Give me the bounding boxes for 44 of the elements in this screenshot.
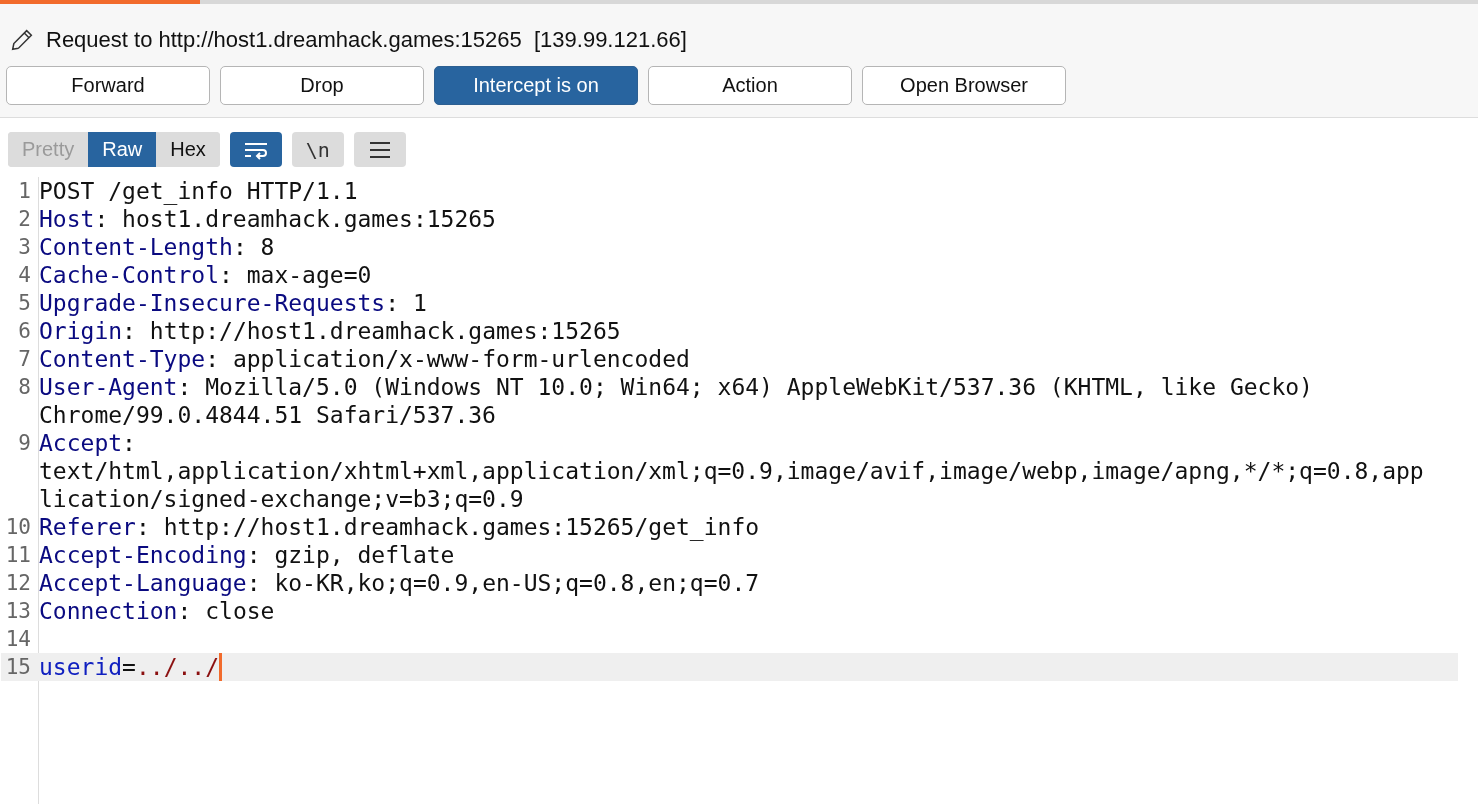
line-number: 10	[4, 514, 32, 541]
header-line: Connection: close	[39, 597, 275, 625]
line-number: 4	[17, 262, 32, 289]
header-value: lication/signed-exchange;v=b3;q=0.9	[39, 485, 525, 513]
header-line: Origin: http://host1.dreamhack.games:15265	[39, 317, 621, 345]
line-number: 3	[17, 234, 32, 261]
text-caret	[219, 653, 223, 681]
line-number: 6	[17, 318, 32, 345]
line-number: 11	[4, 542, 32, 569]
line-number: 5	[17, 290, 32, 317]
menu-icon	[368, 140, 391, 159]
line-number: 2	[17, 206, 32, 233]
body-param: userid=../../	[39, 653, 223, 681]
header-value: text/html,application/xhtml+xml,application/xml;q=0.9,image/avif,image/webp,image/apng,*/*;q=0.8,app	[39, 457, 1424, 485]
header-line: Accept-Language: ko-KR,ko;q=0.9,en-US;q=0.8,en;q=0.7	[39, 569, 760, 597]
header-line: Content-Type: application/x-www-form-urlencoded	[39, 345, 690, 373]
view-tab[interactable]: Raw	[88, 132, 157, 167]
menu-button[interactable]	[353, 132, 406, 167]
header-line: Upgrade-Insecure-Requests: 1	[39, 289, 427, 317]
header-line: Host: host1.dreamhack.games:15265	[39, 205, 496, 233]
line-number: 12	[4, 570, 32, 597]
code-line: POST /get_info HTTP/1.1	[39, 177, 358, 205]
header-line: Cache-Control: max-age=0	[39, 261, 372, 289]
header-line: Referer: http://host1.dreamhack.games:15265/get_info	[39, 513, 760, 541]
header-value: Chrome/99.0.4844.51 Safari/537.36	[39, 401, 497, 429]
toolbar-button[interactable]: Open Browser	[862, 66, 1066, 105]
line-number: 8	[17, 374, 32, 401]
line-number: 1	[17, 178, 32, 205]
line-number: 13	[4, 598, 32, 625]
line-number: 14	[4, 626, 32, 653]
header-line: Content-Length: 8	[39, 233, 275, 261]
wrap-button[interactable]	[229, 132, 282, 167]
toolbar-button[interactable]: Intercept is on	[434, 66, 638, 105]
newline-button[interactable]: \n	[291, 132, 344, 167]
header-line: Accept-Encoding: gzip, deflate	[39, 541, 455, 569]
toolbar-button[interactable]: Action	[648, 66, 852, 105]
line-number: 15	[4, 654, 32, 681]
toolbar-button[interactable]: Drop	[220, 66, 424, 105]
line-number: 7	[17, 346, 32, 373]
request-title: Request to http://host1.dreamhack.games:15265 [139.99.121.66]	[46, 27, 687, 53]
line-number: 9	[17, 430, 32, 457]
header-line: User-Agent: Mozilla/5.0 (Windows NT 10.0; Win64; x64) AppleWebKit/537.36 (KHTML, like Gecko)	[39, 373, 1313, 401]
header-line: Accept:	[39, 429, 137, 457]
toolbar-button[interactable]: Forward	[6, 66, 210, 105]
